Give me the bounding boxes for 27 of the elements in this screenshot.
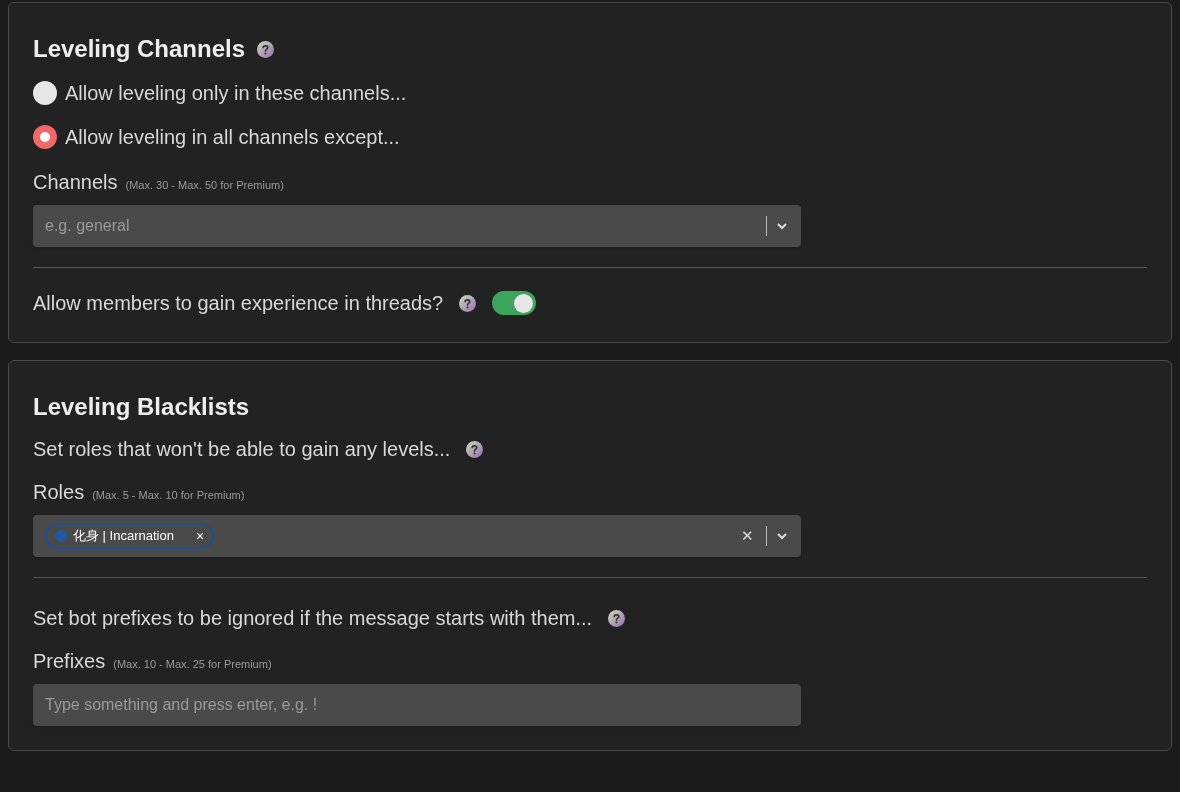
- section-title: Leveling Channels: [33, 34, 246, 64]
- clear-button[interactable]: ✕: [741, 524, 754, 548]
- help-icon[interactable]: [257, 40, 275, 58]
- field-label: Prefixes: [33, 649, 106, 674]
- field-label: Channels: [33, 170, 118, 195]
- toggle-label: Allow members to gain experience in threads?: [33, 291, 444, 316]
- section-title: Leveling Blacklists: [33, 392, 250, 422]
- field-label: Roles: [33, 480, 85, 505]
- limit-note: (Max. 5 - Max. 10 for Premium): [92, 488, 245, 503]
- toggle-switch[interactable]: [492, 291, 537, 315]
- help-icon[interactable]: [466, 440, 484, 458]
- limit-note: (Max. 10 - Max. 25 for Premium): [113, 657, 272, 672]
- help-icon[interactable]: [608, 609, 626, 627]
- radio-button[interactable]: [33, 81, 57, 105]
- select-field[interactable]: 化身 | Incarnation × ✕: [33, 515, 801, 557]
- description-text: Set bot prefixes to be ignored if the message starts with them...: [33, 606, 593, 631]
- prefix-input[interactable]: Type something and press enter, e.g. !: [33, 684, 801, 726]
- radio-label: Allow leveling in all channels except...: [65, 125, 400, 150]
- role-name: 化身 | Incarnation: [73, 527, 174, 546]
- select-placeholder: e.g. general: [45, 216, 130, 236]
- radio-label: Allow leveling only in these channels...: [65, 81, 407, 106]
- remove-tag-button[interactable]: ×: [195, 525, 205, 547]
- limit-note: (Max. 30 - Max. 50 for Premium): [125, 178, 284, 193]
- help-icon[interactable]: [459, 294, 477, 312]
- role-tag[interactable]: 化身 | Incarnation ×: [45, 523, 215, 549]
- description-text: Set roles that won't be able to gain any levels...: [33, 437, 451, 462]
- radio-button[interactable]: [33, 125, 57, 149]
